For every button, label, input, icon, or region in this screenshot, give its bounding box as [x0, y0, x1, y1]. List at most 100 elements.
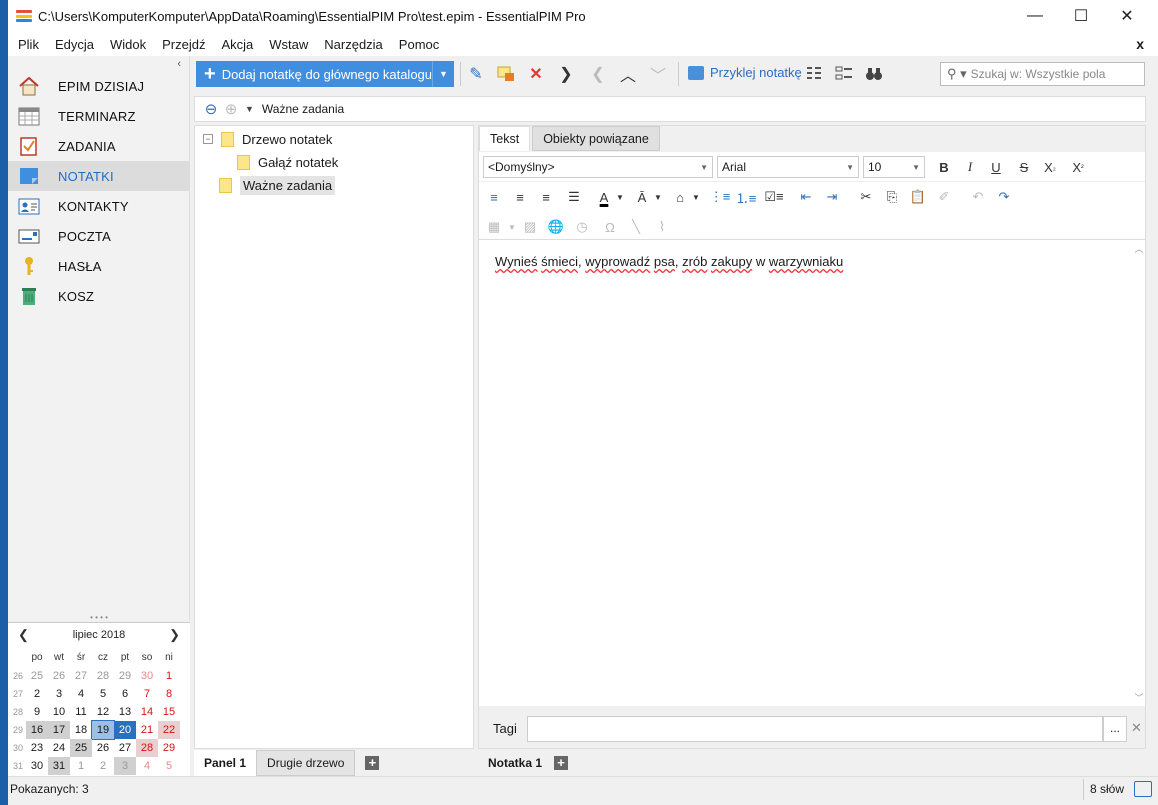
calendar-day[interactable]: 14 — [136, 703, 158, 721]
forward-icon[interactable]: ⊕ — [221, 100, 241, 118]
strikethrough-icon[interactable]: S — [1013, 156, 1035, 178]
chevron-down-icon[interactable]: ▼ — [685, 186, 707, 208]
note-text-area[interactable]: Wynieś śmieci, wyprowadź psa, zrób zakup… — [479, 240, 1145, 706]
calendar-day[interactable]: 22 — [158, 721, 180, 739]
calendar-day[interactable]: 16 — [26, 721, 48, 739]
status-sync-icon[interactable] — [1134, 781, 1152, 797]
tags-input[interactable] — [527, 716, 1103, 742]
outdent-icon[interactable]: ⇤ — [795, 186, 817, 208]
list-view-icon[interactable] — [834, 64, 854, 84]
calendar-day[interactable]: 29 — [158, 739, 180, 757]
move-up-icon[interactable]: ︿ — [618, 64, 638, 85]
calendar-prev-icon[interactable]: ❮ — [18, 627, 29, 643]
calendar-day[interactable]: 6 — [114, 685, 136, 703]
symbol-icon[interactable]: Ω — [599, 216, 621, 238]
checklist-icon[interactable]: ☑≡ — [763, 186, 785, 208]
add-note-tab-icon[interactable]: + — [554, 756, 569, 770]
tab-panel-1[interactable]: Panel 1 — [194, 750, 257, 776]
calendar-day[interactable]: 23 — [26, 739, 48, 757]
calendar-day[interactable]: 11 — [70, 703, 92, 721]
align-center-icon[interactable]: ≡ — [509, 186, 531, 208]
tab-notatka-1[interactable]: Notatka 1 — [478, 750, 552, 776]
calendar-day[interactable]: 17 — [48, 721, 70, 739]
prev-note-icon[interactable]: ❮ — [588, 64, 608, 84]
tree-view-icon[interactable] — [804, 64, 824, 84]
splitter-grip[interactable]: • • • • — [8, 614, 190, 622]
calendar-day[interactable]: 27 — [70, 667, 92, 685]
calendar-day[interactable]: 24 — [48, 739, 70, 757]
calendar-day[interactable]: 4 — [70, 685, 92, 703]
calendar-day[interactable]: 1 — [158, 667, 180, 685]
calendar-day[interactable]: 5 — [158, 757, 180, 775]
collapse-icon[interactable]: − — [203, 134, 213, 144]
tags-clear-icon[interactable]: ✕ — [1131, 720, 1142, 736]
tab-tekst[interactable]: Tekst — [479, 126, 531, 151]
tree-node-wazne-zadania[interactable]: Ważne zadania — [219, 174, 336, 196]
sidebar-item-zadania[interactable]: ZADANIA — [8, 131, 190, 161]
bullet-list-icon[interactable]: ⋮≡ — [709, 186, 731, 208]
chevron-down-icon[interactable]: ▼ — [609, 186, 631, 208]
add-note-button[interactable]: + Dodaj notatkę do głównego katalogu ▼ — [196, 61, 454, 87]
calendar-day[interactable]: 30 — [136, 667, 158, 685]
subscript-icon[interactable]: X₂ — [1039, 156, 1061, 178]
redo-icon[interactable]: ↷ — [993, 186, 1015, 208]
menu-widok[interactable]: Widok — [102, 37, 154, 52]
calendar-day[interactable]: 26 — [92, 739, 114, 757]
calendar-day[interactable]: 21 — [136, 721, 158, 739]
calendar-day[interactable]: 25 — [26, 667, 48, 685]
menu-edycja[interactable]: Edycja — [47, 37, 102, 52]
calendar-day[interactable]: 28 — [136, 739, 158, 757]
sidebar-item-kontakty[interactable]: KONTAKTY — [8, 191, 190, 221]
calendar-day[interactable]: 9 — [26, 703, 48, 721]
copy-icon[interactable]: ⎘ — [881, 186, 903, 208]
insert-date-icon[interactable]: ◷ — [571, 216, 593, 238]
align-left-icon[interactable]: ≡ — [483, 186, 505, 208]
calendar-day[interactable]: 2 — [92, 757, 114, 775]
sidebar-item-hasla[interactable]: HASŁA — [8, 251, 190, 281]
calendar-day[interactable]: 31 — [48, 757, 70, 775]
calendar-day[interactable]: 15 — [158, 703, 180, 721]
calendar-next-icon[interactable]: ❯ — [169, 627, 180, 643]
calendar-day-today[interactable]: 20 — [114, 721, 136, 739]
horizontal-line-icon[interactable]: ╲ — [625, 216, 647, 238]
move-down-icon[interactable]: ﹀ — [648, 64, 668, 85]
underline-icon[interactable]: U — [985, 156, 1007, 178]
add-note-dropdown-icon[interactable]: ▼ — [432, 61, 454, 87]
calendar-day[interactable]: 7 — [136, 685, 158, 703]
history-dropdown-icon[interactable]: ▼ — [245, 104, 254, 114]
font-select[interactable]: Arial ▼ — [717, 156, 859, 178]
tags-browse-button[interactable]: ... — [1103, 716, 1127, 742]
sidebar-item-kosz[interactable]: KOSZ — [8, 281, 190, 311]
calendar-day[interactable]: 30 — [26, 757, 48, 775]
tab-obiekty-powiazane[interactable]: Obiekty powiązane — [532, 126, 660, 151]
paste-icon[interactable]: 📋 — [907, 186, 929, 208]
sidebar-item-epim-dzisiaj[interactable]: EPIM DZISIAJ — [8, 71, 190, 101]
close-icon[interactable]: ✕ — [1104, 0, 1150, 32]
calendar-day[interactable]: 29 — [114, 667, 136, 685]
vertical-scrollbar[interactable]: ︿ ﹀ — [1133, 240, 1145, 706]
calendar-day[interactable]: 28 — [92, 667, 114, 685]
minimize-icon[interactable]: — — [1012, 0, 1058, 32]
justify-icon[interactable]: ☰ — [563, 186, 585, 208]
search-input[interactable]: ⚲ ▾ Szukaj w: Wszystkie pola — [940, 62, 1145, 86]
tree-node-drzewo-notatek[interactable]: − Drzewo notatek — [203, 128, 332, 150]
cut-icon[interactable]: ✂ — [855, 186, 877, 208]
menu-plik[interactable]: Plik — [10, 37, 47, 52]
calendar-day[interactable]: 25 — [70, 739, 92, 757]
superscript-icon[interactable]: X² — [1067, 156, 1089, 178]
bold-icon[interactable]: B — [933, 156, 955, 178]
note-properties-icon[interactable] — [496, 64, 516, 84]
menu-narzedzia[interactable]: Narzędzia — [316, 37, 391, 52]
calendar-day[interactable]: 4 — [136, 757, 158, 775]
next-note-icon[interactable]: ❯ — [556, 64, 576, 84]
calendar-day[interactable]: 3 — [48, 685, 70, 703]
edit-pencil-icon[interactable]: ✎ — [466, 64, 486, 84]
calendar-day[interactable]: 19 — [91, 720, 115, 740]
sidebar-item-notatki[interactable]: NOTATKI — [8, 161, 190, 191]
calendar-day[interactable]: 3 — [114, 757, 136, 775]
image-icon[interactable]: ▨ — [519, 216, 541, 238]
font-size-select[interactable]: 10 ▼ — [863, 156, 925, 178]
calendar-day[interactable]: 8 — [158, 685, 180, 703]
menu-wstaw[interactable]: Wstaw — [261, 37, 316, 52]
attachment-icon[interactable]: ⌇ — [651, 216, 673, 238]
